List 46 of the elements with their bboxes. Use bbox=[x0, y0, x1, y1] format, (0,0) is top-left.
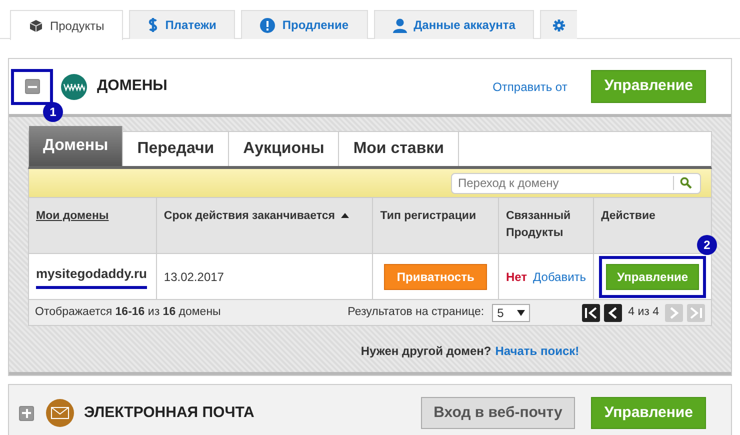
search-link[interactable]: Начать поиск! bbox=[495, 342, 580, 360]
envelope-icon bbox=[46, 399, 74, 427]
search-prompt: Нужен другой домен? bbox=[360, 343, 492, 360]
section-title: ЭЛЕКТРОННАЯ ПОЧТА bbox=[84, 402, 254, 423]
tab[interactable]: Передачи bbox=[123, 132, 230, 166]
box-icon bbox=[29, 18, 43, 32]
per-page-label: Результатов на странице: bbox=[348, 304, 484, 320]
status-text: Нет bbox=[506, 270, 528, 284]
step-badge: 1 bbox=[43, 102, 63, 122]
manage-button[interactable]: Управление bbox=[591, 396, 706, 430]
expiry-date: 13.02.2017 bbox=[164, 270, 224, 284]
column-header[interactable]: Тип регистрации bbox=[372, 198, 498, 254]
tab[interactable]: Продление bbox=[241, 10, 368, 39]
page-indicator: 4 из 4 bbox=[628, 304, 659, 320]
tab[interactable]: Продукты bbox=[10, 10, 124, 40]
section-title: ДОМЕНЫ bbox=[97, 76, 168, 96]
manage-button[interactable]: Управление bbox=[606, 264, 699, 290]
settings-icon bbox=[553, 18, 566, 32]
dollar-icon bbox=[148, 17, 158, 33]
tab[interactable] bbox=[540, 10, 578, 39]
chevron-left-icon bbox=[584, 306, 598, 320]
tab[interactable]: Аукционы bbox=[229, 132, 340, 166]
results-count: Отображается 16-16 из 16 домены bbox=[35, 304, 221, 320]
column-header[interactable]: Срок действия заканчивается bbox=[156, 198, 373, 254]
prev-page-button[interactable] bbox=[604, 304, 622, 322]
first-page-button[interactable] bbox=[582, 304, 600, 322]
per-page-select[interactable]: 5 bbox=[492, 304, 530, 322]
manage-button[interactable]: Управление bbox=[591, 70, 706, 103]
webmail-button[interactable]: Вход в веб-почту bbox=[420, 396, 576, 430]
tab[interactable]: Платежи bbox=[129, 10, 236, 39]
expand-button[interactable] bbox=[19, 406, 34, 420]
search-icon bbox=[680, 177, 692, 189]
column-header[interactable]: Связанный Продукты bbox=[498, 198, 594, 254]
search-field[interactable]: Переход к домену bbox=[451, 172, 701, 194]
tab[interactable]: Домены bbox=[29, 126, 124, 166]
send-link[interactable]: Отправить от bbox=[492, 78, 568, 96]
user-icon bbox=[392, 18, 407, 32]
collapse-button[interactable] bbox=[24, 79, 40, 94]
chevron-right-icon bbox=[689, 306, 703, 320]
alert-icon bbox=[260, 18, 276, 32]
tab[interactable]: Мои ставки bbox=[339, 132, 460, 166]
caret-icon bbox=[517, 310, 526, 316]
www-icon bbox=[63, 82, 85, 92]
column-header[interactable]: Мои домены bbox=[28, 198, 156, 254]
add-link[interactable]: Добавить bbox=[533, 270, 586, 284]
tab[interactable]: Данные аккаунта bbox=[374, 10, 534, 39]
